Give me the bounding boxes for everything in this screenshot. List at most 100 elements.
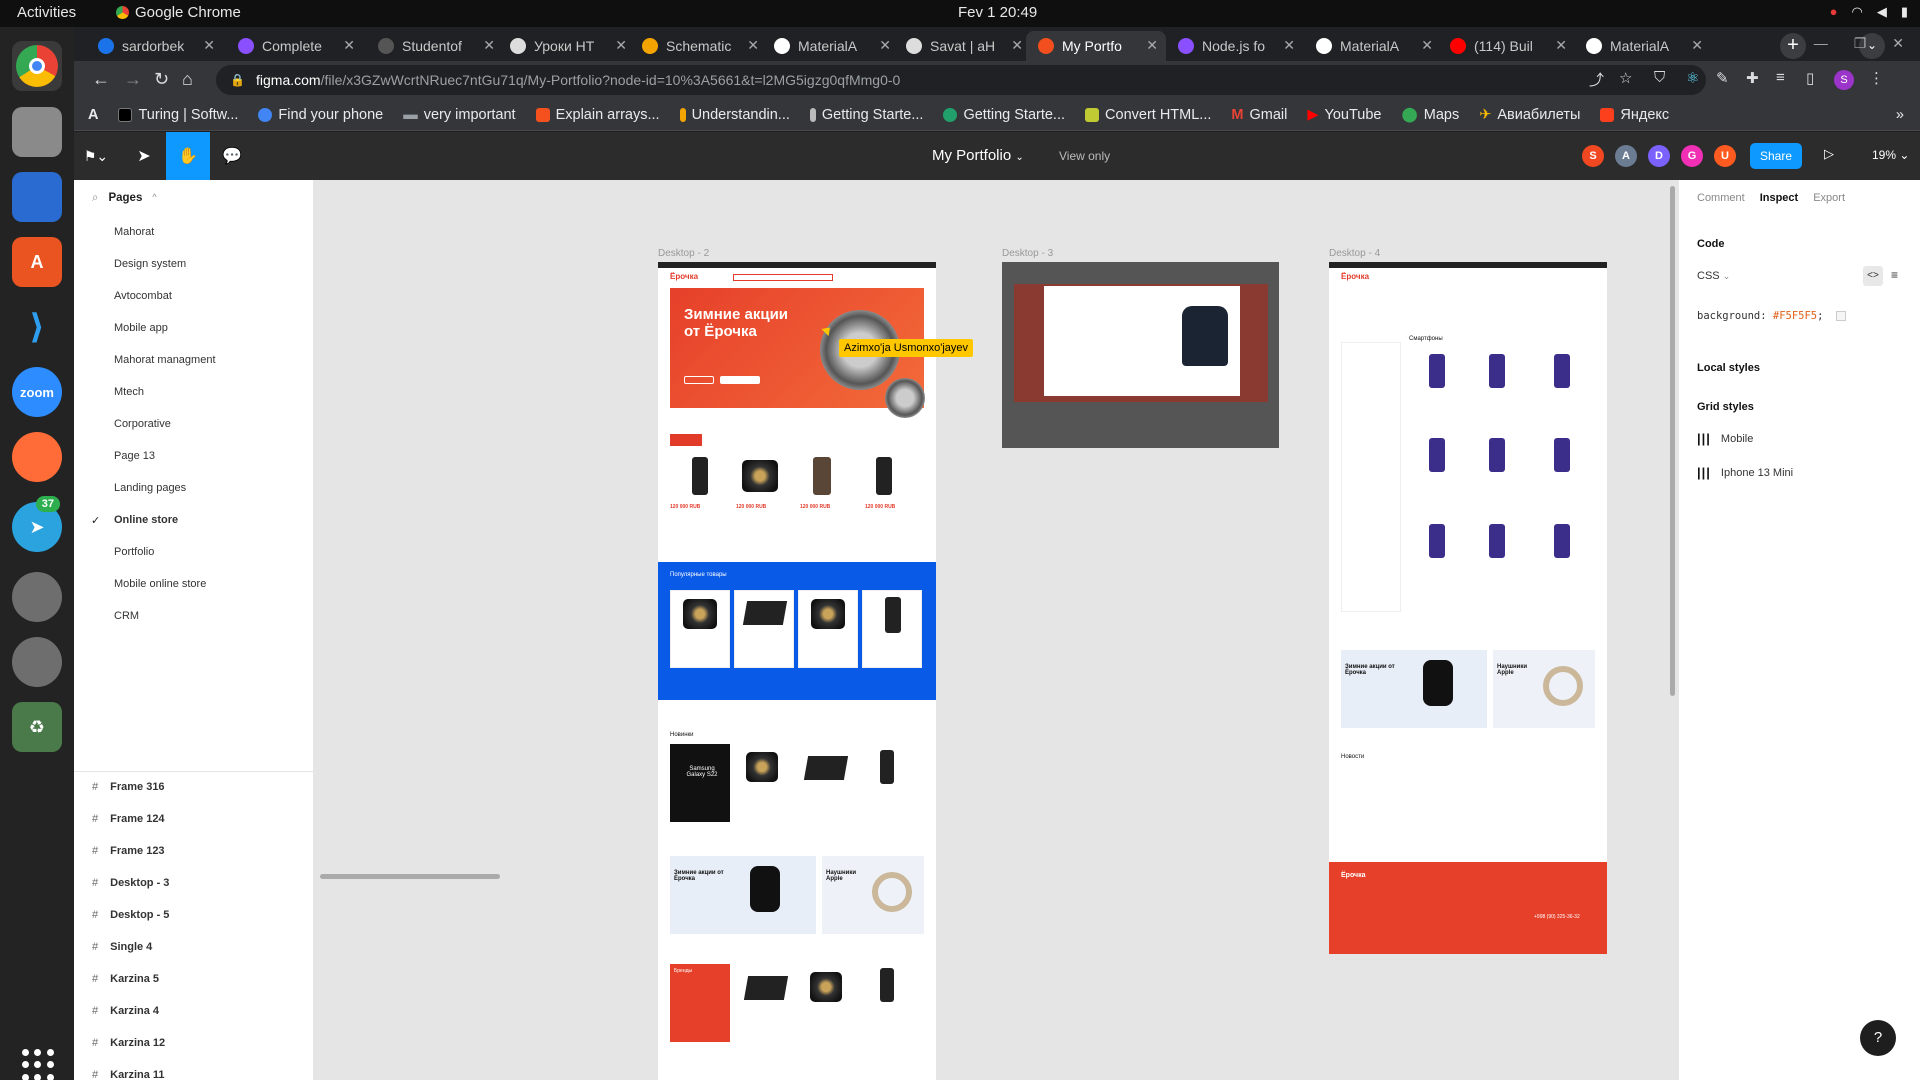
- back-icon[interactable]: ←: [92, 69, 110, 90]
- bookmark[interactable]: Getting Starte...: [809, 107, 923, 123]
- language-dropdown[interactable]: CSS ⌄: [1697, 270, 1730, 282]
- code-value[interactable]: #F5F5F5: [1773, 310, 1817, 322]
- tab[interactable]: (114) Buil ✕: [1438, 31, 1575, 61]
- disk-icon[interactable]: [12, 572, 62, 622]
- figma-main-menu[interactable]: ⚑⌄: [74, 132, 118, 180]
- avatar[interactable]: U: [1714, 145, 1736, 167]
- files-icon[interactable]: [12, 107, 62, 157]
- page-item[interactable]: Mahorat managment: [114, 354, 216, 366]
- vertical-scrollbar[interactable]: [1670, 186, 1675, 696]
- layer-item[interactable]: # Frame 316: [92, 781, 165, 793]
- page-item[interactable]: Mahorat: [114, 226, 154, 238]
- bookmark-maps[interactable]: ⬤ Maps: [1402, 107, 1460, 123]
- page-item[interactable]: Corporative: [114, 418, 171, 430]
- frame-desktop-4[interactable]: Ёрочка Смартфоны Зимние акции от Ёрочка …: [1329, 262, 1607, 954]
- page-item[interactable]: Landing pages: [114, 482, 186, 494]
- page-item-current[interactable]: Online store: [114, 514, 178, 526]
- layer-item[interactable]: # Frame 124: [92, 813, 165, 825]
- tab-active[interactable]: My Portfo ✕: [1026, 31, 1166, 61]
- page-item[interactable]: Mobile online store: [114, 578, 206, 590]
- pages-header[interactable]: ⌕ Pages ^: [92, 192, 157, 205]
- horizontal-scrollbar[interactable]: [320, 874, 500, 879]
- page-item[interactable]: Mtech: [114, 386, 144, 398]
- activities-button[interactable]: Activities: [17, 4, 76, 21]
- tab[interactable]: Уроки HT ✕: [498, 31, 635, 61]
- app-menu[interactable]: Google Chrome: [116, 4, 241, 21]
- bookmark[interactable]: Convert HTML...: [1085, 107, 1211, 123]
- tab[interactable]: Savat | aH ✕: [894, 31, 1031, 61]
- tab[interactable]: Studentof ✕: [366, 31, 503, 61]
- code-view-icon[interactable]: <>: [1863, 266, 1883, 286]
- bookmark[interactable]: Turing | Softw...: [118, 107, 238, 123]
- chrome-dock-icon[interactable]: [12, 41, 62, 91]
- bookmark[interactable]: Find your phone: [258, 107, 383, 123]
- zoom-icon[interactable]: zoom: [12, 367, 62, 417]
- close-icon[interactable]: ✕: [1691, 37, 1703, 54]
- disk-icon-2[interactable]: [12, 637, 62, 687]
- list-view-icon[interactable]: ≡: [1891, 268, 1898, 282]
- maximize-icon[interactable]: ❐: [1854, 35, 1867, 52]
- share-icon[interactable]: ⤴: [1589, 69, 1604, 90]
- layer-item[interactable]: # Karzina 4: [92, 1005, 159, 1017]
- bookmark-gmail[interactable]: M Gmail: [1231, 107, 1287, 123]
- frame-desktop-2[interactable]: Ёрочка Зимние акции от Ёрочка 120 000 RU…: [658, 262, 936, 1080]
- grid-style-item[interactable]: ||| Mobile: [1697, 431, 1753, 446]
- reload-icon[interactable]: ↻: [154, 69, 169, 90]
- close-icon[interactable]: ✕: [879, 37, 891, 54]
- layer-item[interactable]: # Karzina 12: [92, 1037, 165, 1049]
- hand-tool-icon[interactable]: ✋: [166, 132, 210, 180]
- postman-icon[interactable]: [12, 432, 62, 482]
- close-icon[interactable]: ✕: [1421, 37, 1433, 54]
- close-icon[interactable]: ✕: [1011, 37, 1023, 54]
- tab-inspect[interactable]: Inspect: [1760, 192, 1799, 204]
- new-tab-button[interactable]: +: [1780, 33, 1806, 59]
- close-icon[interactable]: ✕: [203, 37, 215, 54]
- page-item[interactable]: Mobile app: [114, 322, 168, 334]
- bookmark-youtube[interactable]: ▶ YouTube: [1307, 107, 1381, 123]
- frame-label[interactable]: Desktop - 4: [1329, 248, 1380, 259]
- telegram-icon[interactable]: ➤ 37: [12, 496, 62, 552]
- bookmark-apps-icon[interactable]: A: [88, 107, 98, 123]
- shield-extension-icon[interactable]: ⛉: [1654, 69, 1665, 86]
- url-bar[interactable]: 🔒 figma.com/file/x3GZwWcrtNRuec7ntGu71q/…: [216, 65, 1706, 95]
- close-icon[interactable]: ✕: [1283, 37, 1295, 54]
- avatar[interactable]: D: [1648, 145, 1670, 167]
- avatar[interactable]: A: [1615, 145, 1637, 167]
- page-item[interactable]: Design system: [114, 258, 186, 270]
- close-icon[interactable]: ✕: [343, 37, 355, 54]
- bookmark-yandex[interactable]: Яндекс: [1600, 107, 1669, 123]
- minimize-icon[interactable]: —: [1814, 35, 1828, 52]
- tab[interactable]: MaterialA ✕: [1574, 31, 1711, 61]
- bookmark[interactable]: Understandin...: [679, 107, 790, 123]
- forward-icon[interactable]: →: [124, 69, 142, 90]
- tab[interactable]: MaterialA ✕: [1304, 31, 1441, 61]
- sidepanel-icon[interactable]: ▯: [1806, 69, 1814, 87]
- system-tray[interactable]: ● ◠ ◀ ▮: [1830, 4, 1908, 20]
- avatar[interactable]: S: [1582, 145, 1604, 167]
- close-icon[interactable]: ✕: [747, 37, 759, 54]
- bookmark-folder[interactable]: ▬ very important: [403, 107, 515, 123]
- page-item[interactable]: CRM: [114, 610, 139, 622]
- layer-item[interactable]: # Karzina 11: [92, 1069, 165, 1080]
- close-icon[interactable]: ✕: [483, 37, 495, 54]
- more-bookmarks-icon[interactable]: »: [1896, 107, 1904, 123]
- tab[interactable]: Schematic ✕: [630, 31, 767, 61]
- tab[interactable]: Node.js fo ✕: [1166, 31, 1303, 61]
- close-icon[interactable]: ✕: [1146, 37, 1158, 54]
- file-title[interactable]: My Portfolio ⌄: [932, 147, 1024, 164]
- bookmark[interactable]: Getting Starte...: [943, 107, 1065, 123]
- tab-export[interactable]: Export: [1813, 192, 1845, 204]
- page-item[interactable]: Avtocombat: [114, 290, 172, 302]
- vscode-icon[interactable]: ⟩: [12, 302, 62, 352]
- frame-label[interactable]: Desktop - 3: [1002, 248, 1053, 259]
- close-window-icon[interactable]: ✕: [1892, 35, 1904, 52]
- avatar[interactable]: G: [1681, 145, 1703, 167]
- frame-label[interactable]: Desktop - 2: [658, 248, 709, 259]
- bookmark[interactable]: ✈ Авиабилеты: [1479, 107, 1580, 123]
- share-button[interactable]: Share: [1750, 143, 1802, 169]
- tab[interactable]: sardorbek ✕: [86, 31, 223, 61]
- pen-extension-icon[interactable]: ✎: [1716, 69, 1729, 87]
- software-center-icon[interactable]: A: [12, 237, 62, 287]
- design-canvas[interactable]: Desktop - 2 Desktop - 3 Desktop - 4 Ёроч…: [314, 180, 1678, 1080]
- frame-desktop-3[interactable]: [1002, 262, 1279, 448]
